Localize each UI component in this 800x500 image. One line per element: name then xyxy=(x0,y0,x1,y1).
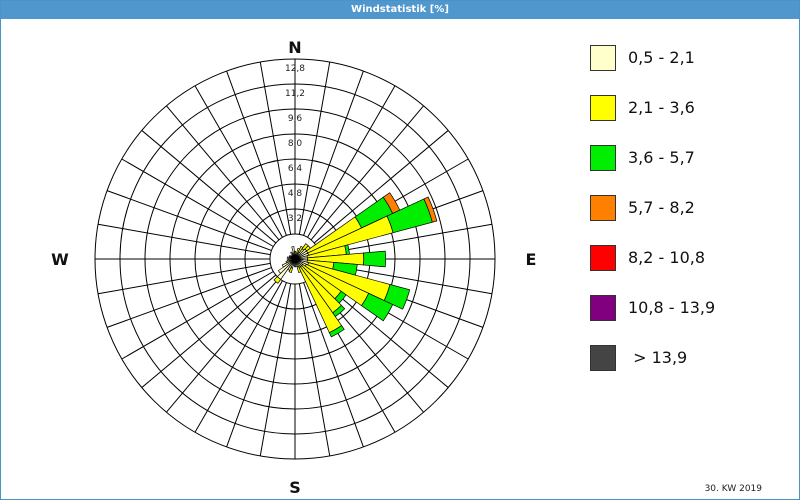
legend-item: 0,5 - 2,1 xyxy=(590,45,790,71)
legend-label: > 13,9 xyxy=(628,348,688,367)
legend-swatch xyxy=(590,145,616,171)
grid-spoke xyxy=(97,262,271,295)
compass-west: W xyxy=(51,250,69,269)
grid-spoke xyxy=(121,271,274,360)
legend-swatch xyxy=(590,345,616,371)
compass-north: N xyxy=(288,38,301,57)
grid-spoke xyxy=(259,61,292,235)
grid-spoke xyxy=(166,277,280,413)
legend-item: 2,1 - 3,6 xyxy=(590,95,790,121)
ring-label: 8,0 xyxy=(288,139,303,149)
ring-label: 11,2 xyxy=(285,89,305,99)
legend-item: 8,2 - 10,8 xyxy=(590,245,790,271)
legend-swatch xyxy=(590,295,616,321)
legend-item: > 13,9 xyxy=(590,345,790,371)
legend-item: 10,8 - 13,9 xyxy=(590,295,790,321)
legend-label: 0,5 - 2,1 xyxy=(628,48,695,67)
week-label: 30. KW 2019 xyxy=(704,484,762,494)
grid-spoke xyxy=(259,283,292,457)
grid-spoke xyxy=(194,85,283,238)
grid-spoke xyxy=(106,190,272,251)
ring-label: 6,4 xyxy=(288,164,303,174)
ring-label: 9,6 xyxy=(288,114,303,124)
legend-label: 8,2 - 10,8 xyxy=(628,248,706,267)
ring-label: 12,8 xyxy=(285,64,305,74)
legend-swatch xyxy=(590,195,616,221)
grid-spoke xyxy=(141,130,277,244)
grid-spoke xyxy=(226,282,287,448)
legend-item: 3,6 - 5,7 xyxy=(590,145,790,171)
grid-spoke xyxy=(141,274,277,388)
grid-spoke xyxy=(121,158,274,247)
grid-spoke xyxy=(106,267,272,328)
ring-label: 3,2 xyxy=(288,214,302,224)
ring-label: 4,8 xyxy=(288,189,303,199)
legend-item: 5,7 - 8,2 xyxy=(590,195,790,221)
grid-spoke xyxy=(298,61,331,235)
legend-swatch xyxy=(590,245,616,271)
grid-spoke xyxy=(226,70,287,236)
legend-label: 3,6 - 5,7 xyxy=(628,148,695,167)
legend-label: 10,8 - 13,9 xyxy=(628,298,716,317)
grid-spoke xyxy=(166,105,280,241)
legend-label: 5,7 - 8,2 xyxy=(628,198,695,217)
wind-rose-chart: 3,2 4,8 6,4 8,0 9,6 11,2 12,8 N E S W xyxy=(51,38,537,497)
grid-spoke xyxy=(303,70,364,236)
sector-90-class-3 xyxy=(363,250,386,268)
grid-spoke xyxy=(194,280,283,433)
compass-south: S xyxy=(289,478,301,497)
legend-label: 2,1 - 3,6 xyxy=(628,98,695,117)
legend-swatch xyxy=(590,95,616,121)
window-title: Windstatistik [%] xyxy=(1,1,799,19)
grid-spoke xyxy=(97,223,271,256)
legend-swatch xyxy=(590,45,616,71)
compass-east: E xyxy=(526,250,537,269)
